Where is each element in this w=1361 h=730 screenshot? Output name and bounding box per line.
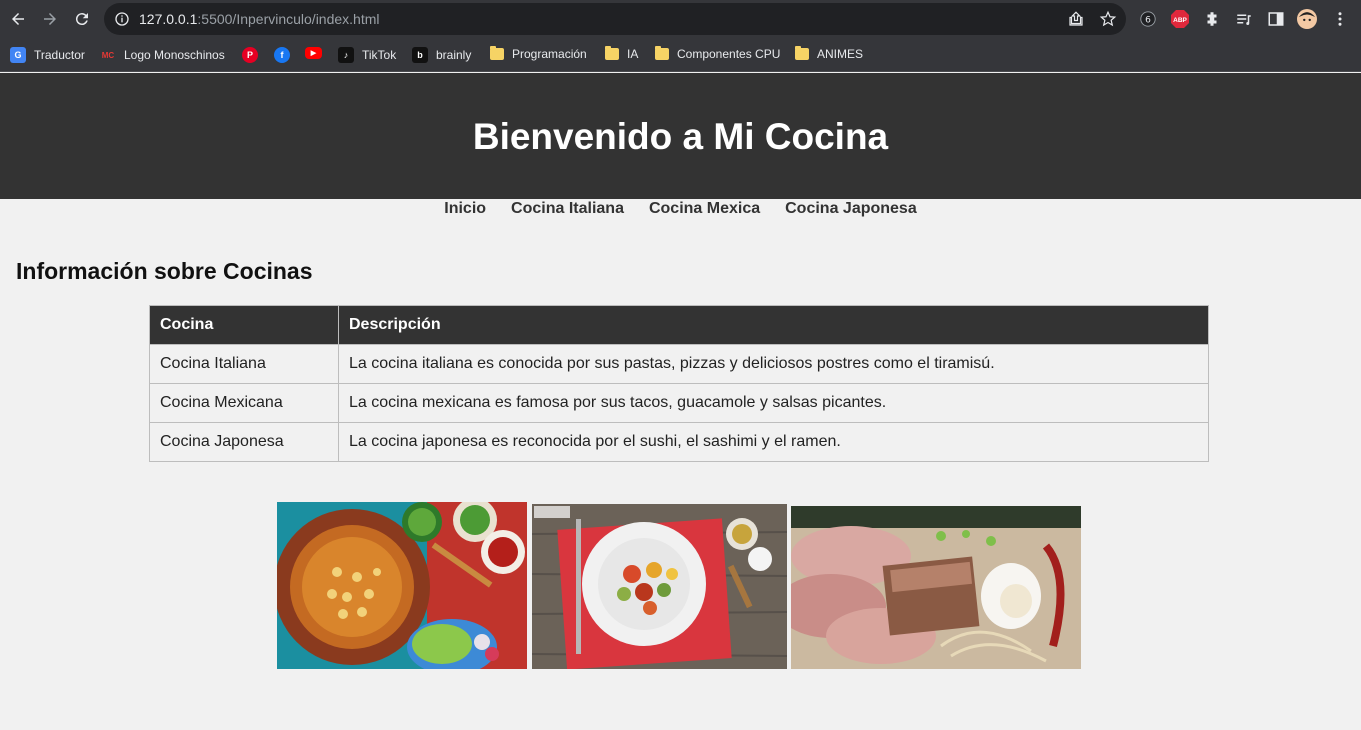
bookmark-label: brainly (436, 48, 472, 62)
site-title: Bienvenido a Mi Cocina (472, 116, 889, 157)
site-info-icon[interactable] (114, 11, 130, 27)
svg-text:ABP: ABP (1173, 17, 1187, 24)
site-header: Bienvenido a Mi Cocina (0, 73, 1361, 199)
table-cell-cuisine: Cocina Italiana (149, 344, 339, 384)
table-row: Cocina Mexicana La cocina mexicana es fa… (149, 383, 1209, 423)
bookmark-pinterest[interactable]: P (242, 47, 258, 63)
nav-link-inicio[interactable]: Inicio (444, 200, 486, 220)
monoschinos-icon: MC (101, 50, 115, 60)
italian-food-image (532, 504, 787, 669)
brainly-icon: b (412, 47, 428, 63)
extensions-puzzle-icon[interactable] (1202, 9, 1222, 29)
google-translate-icon: G (10, 47, 26, 63)
adblock-plus-icon[interactable]: ABP (1170, 9, 1190, 29)
reload-icon (75, 13, 88, 26)
bookmark-brainly[interactable]: b brainly (412, 47, 471, 63)
site-nav: Inicio Cocina Italiana Cocina Mexica Coc… (0, 200, 1361, 220)
bookmark-logo-monoschinos[interactable]: MC Logo Monoschinos (100, 47, 225, 63)
table-cell-description: La cocina mexicana es famosa por sus tac… (338, 383, 1209, 423)
url-path: :5500/Inpervinculo/index.html (197, 11, 380, 27)
cuisine-table: Cocina Descripción Cocina Italiana La co… (149, 305, 1209, 462)
table-header-cell: Cocina (149, 305, 339, 345)
back-arrow-icon (12, 13, 24, 25)
folder-icon (655, 46, 669, 60)
nav-link-cocina-mexica[interactable]: Cocina Mexica (649, 200, 760, 220)
bookmarks-bar: G Traductor MC Logo Monoschinos P f ▶ ♪ … (0, 38, 1361, 72)
bookmark-label: TikTok (362, 48, 397, 62)
japanese-food-image (791, 506, 1081, 669)
bookmark-folder-programacion[interactable]: Programación (490, 46, 587, 61)
bookmark-star-icon[interactable] (1099, 10, 1117, 28)
folder-icon (605, 46, 619, 60)
table-cell-cuisine: Cocina Mexicana (149, 383, 339, 423)
nav-link-cocina-italiana[interactable]: Cocina Italiana (511, 200, 624, 220)
nav-link-cocina-japonesa[interactable]: Cocina Japonesa (785, 200, 917, 220)
forward-arrow-icon (44, 13, 56, 25)
chrome-menu-icon[interactable] (1330, 9, 1350, 29)
bookmark-youtube[interactable]: ▶ (305, 47, 322, 59)
section-title: Información sobre Cocinas (16, 258, 313, 284)
bookmark-label: Componentes CPU (677, 47, 781, 61)
back-button[interactable] (2, 3, 34, 35)
table-cell-description: La cocina japonesa es reconocida por el … (338, 422, 1209, 462)
bookmark-folder-animes[interactable]: ANIMES (795, 46, 864, 61)
table-row: Cocina Italiana La cocina italiana es co… (149, 344, 1209, 384)
browser-toolbar: 127.0.0.1:5500/Inpervinculo/index.html 6… (0, 0, 1361, 38)
bookmark-label: Programación (512, 47, 587, 61)
tiktok-icon: ♪ (338, 47, 354, 63)
facebook-icon: f (274, 47, 290, 63)
side-panel-icon[interactable] (1266, 9, 1286, 29)
bookmark-label: Traductor (34, 48, 85, 62)
page-viewport: Bienvenido a Mi Cocina Inicio Cocina Ita… (0, 73, 1361, 730)
bookmark-folder-ia[interactable]: IA (605, 46, 639, 61)
youtube-icon: ▶ (305, 47, 322, 59)
bookmark-traductor[interactable]: G Traductor (10, 47, 85, 63)
bookmark-label: Logo Monoschinos (124, 48, 225, 62)
extension-circle-icon[interactable]: 6 (1138, 9, 1158, 29)
table-cell-cuisine: Cocina Japonesa (149, 422, 339, 462)
bookmark-tiktok[interactable]: ♪ TikTok (338, 47, 396, 63)
folder-icon (795, 46, 809, 60)
pinterest-icon: P (242, 47, 258, 63)
bookmark-label: IA (627, 47, 639, 61)
table-cell-description: La cocina italiana es conocida por sus p… (338, 344, 1209, 384)
table-header-row: Cocina Descripción (149, 305, 1209, 345)
forward-button[interactable] (34, 3, 66, 35)
mexican-food-image (277, 502, 527, 669)
bookmark-label: ANIMES (817, 47, 864, 61)
url-text[interactable]: 127.0.0.1:5500/Inpervinculo/index.html (139, 11, 380, 27)
table-header-cell: Descripción (338, 305, 1209, 345)
share-icon[interactable] (1067, 10, 1085, 28)
reload-button[interactable] (66, 3, 98, 35)
bookmark-facebook[interactable]: f (274, 47, 290, 63)
address-bar[interactable]: 127.0.0.1:5500/Inpervinculo/index.html (104, 3, 1126, 35)
profile-avatar-icon[interactable] (1297, 9, 1317, 29)
table-row: Cocina Japonesa La cocina japonesa es re… (149, 422, 1209, 462)
folder-icon (490, 46, 504, 60)
url-host: 127.0.0.1 (139, 11, 198, 27)
reading-list-icon[interactable] (1234, 9, 1254, 29)
svg-text:6: 6 (1145, 16, 1151, 26)
bookmark-folder-componentes-cpu[interactable]: Componentes CPU (655, 46, 781, 61)
